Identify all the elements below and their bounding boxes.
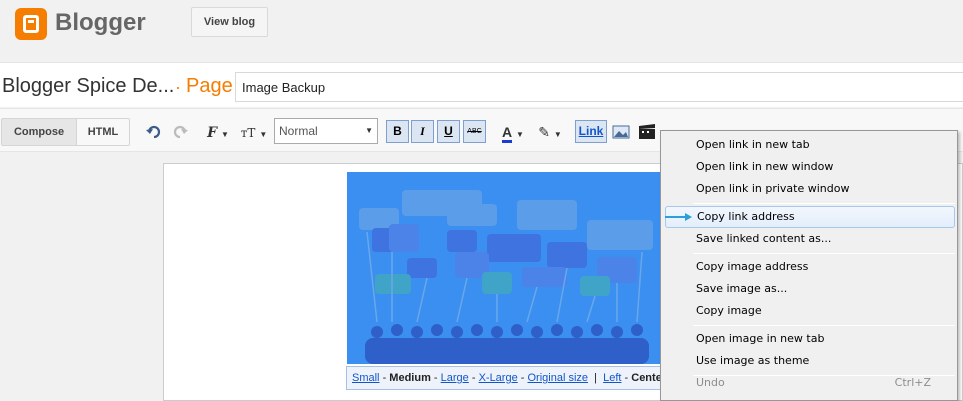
post-title-row: Blogger Spice De... · Page [0, 62, 963, 107]
format-select-value: Normal [279, 124, 318, 138]
menu-separator [693, 203, 955, 204]
menu-copy-image-address[interactable]: Copy image address [665, 256, 955, 278]
redo-icon [173, 125, 188, 139]
menu-use-image-as-theme[interactable]: Use image as theme [665, 350, 955, 372]
menu-undo: Undo Ctrl+Z [665, 372, 955, 394]
menu-separator [693, 325, 955, 326]
italic-button[interactable]: I [411, 120, 434, 143]
size-xlarge-link[interactable]: X-Large [479, 372, 518, 384]
font-family-icon[interactable]: F ▼ [202, 121, 234, 143]
link-button[interactable]: Link [575, 120, 607, 143]
menu-separator [693, 253, 955, 254]
menu-copy-link-address[interactable]: Copy link address [665, 206, 955, 228]
arrow-pointer-icon [665, 213, 692, 221]
html-mode-button[interactable]: HTML [76, 118, 130, 146]
format-select[interactable]: Normal ▼ [274, 118, 378, 144]
size-large-link[interactable]: Large [441, 372, 469, 384]
size-small-link[interactable]: Small [352, 372, 380, 384]
align-center-label[interactable]: Cente [631, 372, 662, 384]
text-color-icon[interactable]: A ▼ [498, 121, 528, 143]
menu-open-image-new-tab[interactable]: Open image in new tab [665, 328, 955, 350]
bold-button[interactable]: B [386, 120, 409, 143]
strikethrough-button[interactable]: ABC [463, 120, 486, 143]
size-medium-label[interactable]: Medium [389, 372, 431, 384]
image-size-bar: Small - Medium - Large - X-Large - Origi… [346, 366, 666, 390]
menu-open-link-new-window[interactable]: Open link in new window [665, 156, 955, 178]
top-bar: Blogger View blog [0, 0, 963, 48]
underline-button[interactable]: U [437, 120, 460, 143]
post-image[interactable] [347, 172, 663, 364]
insert-image-icon[interactable] [611, 121, 631, 143]
undo-icon[interactable] [146, 121, 162, 143]
align-left-link[interactable]: Left [603, 372, 621, 384]
menu-open-link-private-window[interactable]: Open link in private window [665, 178, 955, 200]
speech-bubbles-illustration [347, 172, 663, 364]
blog-name[interactable]: Blogger Spice De... [2, 75, 174, 98]
blogger-logo-icon[interactable] [15, 8, 47, 40]
post-title-input[interactable] [235, 72, 963, 102]
post-type-label: Page [186, 75, 233, 97]
menu-save-image-as[interactable]: Save image as... [665, 278, 955, 300]
compose-mode-button[interactable]: Compose [1, 118, 77, 146]
size-original-link[interactable]: Original size [527, 372, 588, 384]
brand-name[interactable]: Blogger [55, 9, 146, 37]
title-separator: · [175, 77, 181, 97]
view-blog-button[interactable]: View blog [191, 7, 268, 37]
menu-copy-image[interactable]: Copy image [665, 300, 955, 322]
menu-open-link-new-tab[interactable]: Open link in new tab [665, 134, 955, 156]
menu-undo-label: Undo [696, 376, 725, 389]
chevron-down-icon: ▼ [365, 126, 373, 135]
font-size-icon[interactable]: тT ▼ [238, 121, 270, 143]
insert-video-icon[interactable] [637, 121, 657, 143]
menu-save-linked-content[interactable]: Save linked content as... [665, 228, 955, 250]
menu-undo-shortcut: Ctrl+Z [894, 376, 931, 389]
context-menu: Open link in new tab Open link in new wi… [660, 130, 958, 401]
highlight-icon[interactable]: ✎ ▼ [534, 121, 566, 143]
